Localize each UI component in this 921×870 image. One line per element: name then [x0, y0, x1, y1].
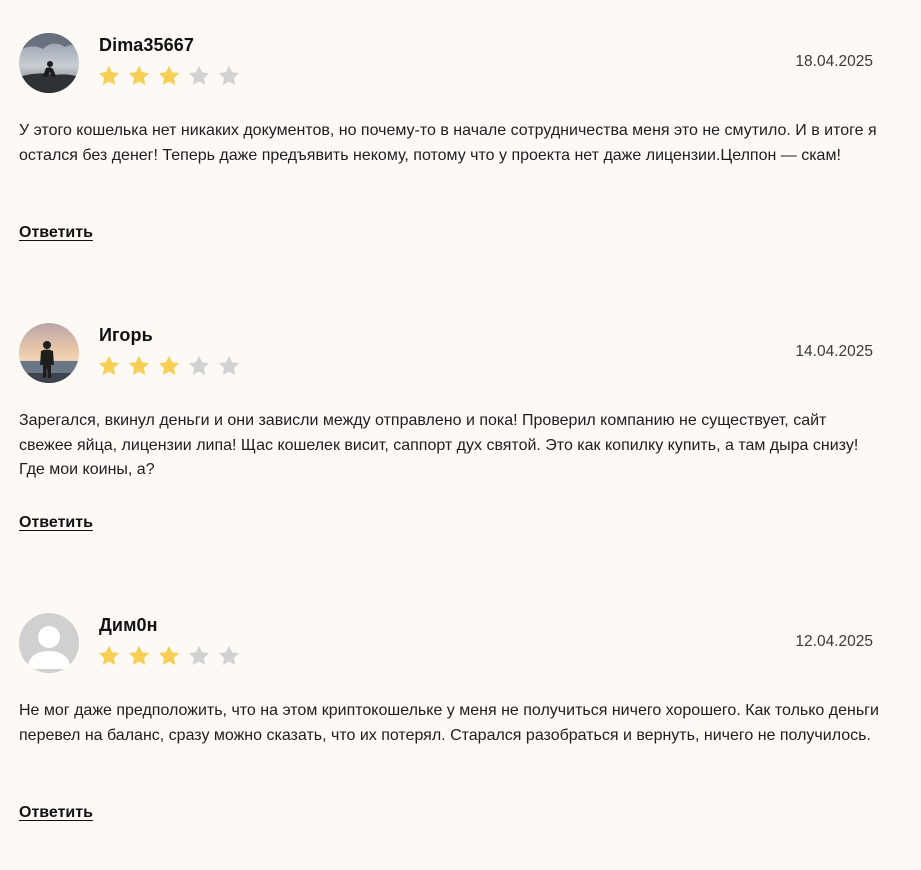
review-item: Игорь 14.04.2025 Зарегался, вкинул деньг…	[0, 290, 921, 550]
star-icon	[127, 64, 151, 88]
review-date: 12.04.2025	[795, 633, 873, 650]
star-icon	[97, 64, 121, 88]
star-icon	[187, 644, 211, 668]
star-icon	[97, 354, 121, 378]
reply-link[interactable]: Ответить	[19, 804, 93, 822]
star-icon	[217, 354, 241, 378]
review-author: Игорь	[99, 325, 153, 345]
star-rating	[97, 354, 247, 382]
star-icon	[127, 354, 151, 378]
star-icon	[187, 354, 211, 378]
user-avatar	[19, 323, 79, 383]
star-icon	[217, 64, 241, 88]
star-icon	[157, 354, 181, 378]
user-avatar	[19, 613, 79, 673]
review-text: У этого кошелька нет никаких документов,…	[19, 122, 877, 164]
photo-avatar-icon	[19, 33, 79, 93]
review-text: Не мог даже предположить, что на этом кр…	[19, 702, 879, 744]
star-icon	[97, 644, 121, 668]
star-icon	[157, 64, 181, 88]
star-icon	[217, 644, 241, 668]
reply-link[interactable]: Ответить	[19, 224, 93, 242]
star-icon	[187, 64, 211, 88]
star-icon	[157, 644, 181, 668]
review-date: 14.04.2025	[795, 343, 873, 360]
review-item: Дим0н 12.04.2025 Не мог даже предположит…	[0, 580, 921, 840]
review-author: Дим0н	[99, 615, 158, 635]
star-icon	[127, 644, 151, 668]
user-avatar	[19, 33, 79, 93]
reply-link[interactable]: Ответить	[19, 514, 93, 532]
review-text: Зарегался, вкинул деньги и они зависли м…	[19, 412, 859, 478]
star-rating	[97, 64, 247, 92]
review-date: 18.04.2025	[795, 53, 873, 70]
photo-avatar-icon	[19, 323, 79, 383]
review-item: Dima35667 18.04.2025 У этого кошелька не…	[0, 0, 921, 260]
review-author: Dima35667	[99, 35, 194, 55]
star-rating	[97, 644, 247, 672]
default-user-avatar-icon	[19, 613, 79, 673]
